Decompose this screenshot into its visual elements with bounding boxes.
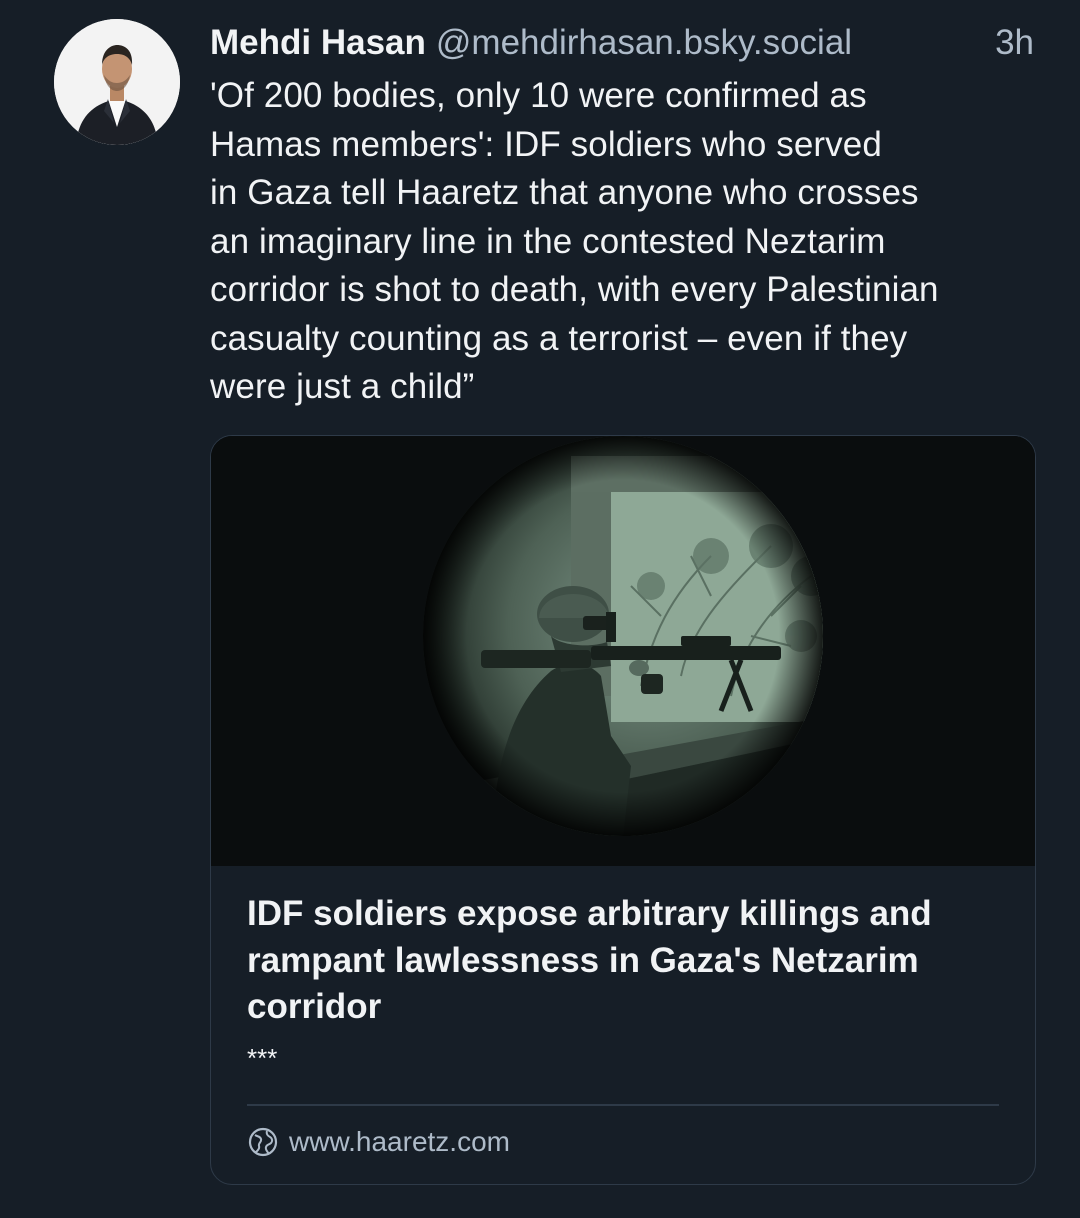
link-preview-card[interactable]: IDF soldiers expose arbitrary killings a… (210, 435, 1036, 1185)
post-text-line: an imaginary line in the contested Nezta… (210, 221, 886, 261)
post-text-line: corridor is shot to death, with every Pa… (210, 270, 939, 309)
link-card-title-line: IDF soldiers expose arbitrary killings a… (247, 894, 932, 933)
link-card-domain: www.haaretz.com (289, 1126, 510, 1157)
post[interactable]: Mehdi Hasan @mehdirhasan.bsky.social 3h '… (0, 0, 1080, 1218)
post-text-line: in Gaza tell Haaretz that anyone who cro… (210, 173, 919, 212)
link-card-description: *** (247, 1042, 278, 1073)
link-card-divider (247, 1104, 999, 1106)
link-card-title-line: rampant lawlessness in Gaza's Netzarim (247, 940, 919, 980)
link-card-domain-row: www.haaretz.com (247, 1122, 510, 1162)
post-text-line: casualty counting as a terrorist – even … (210, 318, 908, 358)
link-card-body: IDF soldiers expose arbitrary killings a… (247, 891, 999, 1073)
post-timestamp[interactable]: 3h (995, 20, 1034, 66)
globe-icon (248, 1127, 278, 1157)
link-card-image[interactable] (211, 436, 1035, 866)
post-header: Mehdi Hasan @mehdirhasan.bsky.social 3h (210, 20, 1040, 66)
post-text-line: 'Of 200 bodies, only 10 were confirmed a… (210, 76, 867, 115)
author-avatar[interactable] (54, 19, 180, 145)
night-vision-photo-icon (211, 436, 1035, 866)
post-text: 'Of 200 bodies, only 10 were confirmed a… (210, 72, 1040, 412)
author-display-name[interactable]: Mehdi Hasan (210, 23, 426, 62)
avatar-photo-icon (54, 19, 180, 145)
link-card-title[interactable]: IDF soldiers expose arbitrary killings a… (247, 891, 999, 1031)
post-text-line: Hamas members': IDF soldiers who served (210, 124, 882, 164)
post-text-line: were just a child” (210, 367, 475, 406)
author-handle[interactable]: @mehdirhasan.bsky.social (436, 23, 852, 62)
link-card-title-line: corridor (247, 987, 382, 1026)
